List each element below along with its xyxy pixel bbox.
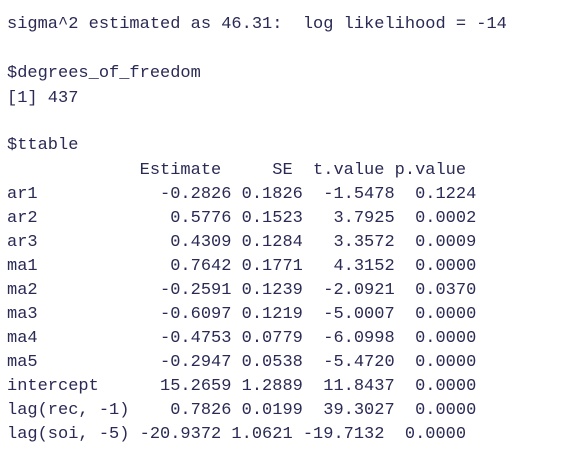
ttable-label: $ttable (7, 136, 79, 155)
ttable-header: Estimate SE t.value p.value (7, 161, 467, 180)
degrees-of-freedom-value: [1] 437 (7, 89, 79, 108)
ttable-row: lag(rec, -1) 0.7826 0.0199 39.3027 0.000… (7, 401, 477, 420)
ttable-row: ar2 0.5776 0.1523 3.7925 0.0002 (7, 209, 477, 228)
ttable-rows: ar1 -0.2826 0.1826 -1.5478 0.1224 ar2 0.… (7, 183, 476, 447)
degrees-of-freedom-label: $degrees_of_freedom (7, 64, 201, 83)
ttable-row: ma1 0.7642 0.1771 4.3152 0.0000 (7, 257, 477, 276)
ttable-row: ma4 -0.4753 0.0779 -6.0998 0.0000 (7, 329, 477, 348)
ttable-row: ma2 -0.2591 0.1239 -2.0921 0.0370 (7, 281, 477, 300)
ttable-row: ar3 0.4309 0.1284 3.3572 0.0009 (7, 233, 477, 252)
ttable-row: lag(soi, -5) -20.9372 1.0621 -19.7132 0.… (7, 425, 467, 444)
ttable-row: ma5 -0.2947 0.0538 -5.4720 0.0000 (7, 353, 477, 372)
ttable-row: ma3 -0.6097 0.1219 -5.0007 0.0000 (7, 305, 477, 324)
ttable-row: intercept 15.2659 1.2889 11.8437 0.0000 (7, 377, 477, 396)
ttable-row: ar1 -0.2826 0.1826 -1.5478 0.1224 (7, 185, 477, 204)
r-console-output: sigma^2 estimated as 46.31: log likeliho… (0, 0, 586, 469)
sigma-likelihood-line: sigma^2 estimated as 46.31: log likeliho… (7, 15, 507, 34)
